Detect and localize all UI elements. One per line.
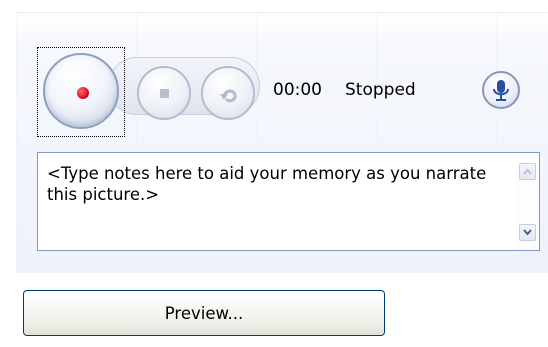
elapsed-time: 00:00	[273, 80, 322, 100]
scroll-down-button[interactable]	[519, 224, 536, 241]
chevron-up-icon	[523, 168, 532, 175]
stop-icon	[160, 89, 169, 98]
microphone-button[interactable]	[482, 71, 520, 109]
chevron-down-icon	[523, 229, 532, 236]
record-button[interactable]	[43, 53, 119, 129]
stop-button[interactable]	[137, 66, 191, 120]
notes-box	[37, 152, 540, 251]
recording-status: Stopped	[345, 80, 416, 100]
scroll-up-button[interactable]	[519, 163, 536, 180]
preview-button[interactable]: Preview...	[23, 290, 385, 336]
undo-button[interactable]	[201, 66, 255, 120]
record-icon	[77, 87, 89, 99]
notes-scrollbar[interactable]	[516, 153, 539, 250]
notes-textarea[interactable]	[38, 153, 516, 250]
microphone-icon	[493, 80, 509, 101]
undo-icon	[220, 89, 237, 103]
